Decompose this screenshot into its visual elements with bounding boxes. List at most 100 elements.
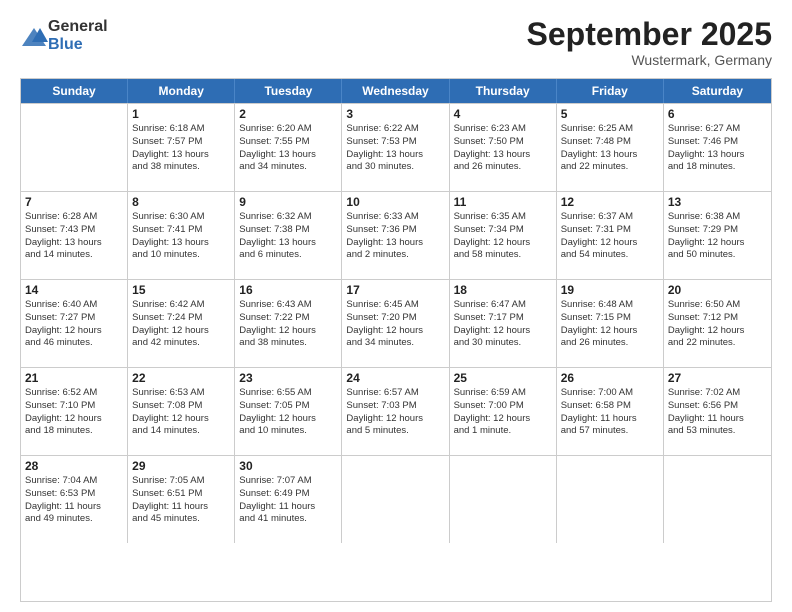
logo-blue: Blue: [48, 36, 83, 53]
calendar-body: 1 Sunrise: 6:18 AMSunset: 7:57 PMDaylight…: [21, 103, 771, 543]
day-of-week-wednesday: Wednesday: [342, 79, 449, 103]
day-number: 22: [132, 371, 230, 385]
calendar-week-3: 14 Sunrise: 6:40 AMSunset: 7:27 PMDayligh…: [21, 279, 771, 367]
calendar-cell: 30 Sunrise: 7:07 AMSunset: 6:49 PMDayligh…: [235, 456, 342, 543]
calendar-cell: 11 Sunrise: 6:35 AMSunset: 7:34 PMDayligh…: [450, 192, 557, 279]
day-number: 28: [25, 459, 123, 473]
day-number: 15: [132, 283, 230, 297]
calendar-cell: [664, 456, 771, 543]
day-number: 8: [132, 195, 230, 209]
day-number: 13: [668, 195, 767, 209]
day-number: 23: [239, 371, 337, 385]
day-number: 1: [132, 107, 230, 121]
day-info: Sunrise: 6:28 AMSunset: 7:43 PMDaylight:…: [25, 211, 123, 262]
day-info: Sunrise: 6:43 AMSunset: 7:22 PMDaylight:…: [239, 299, 337, 350]
day-info: Sunrise: 6:20 AMSunset: 7:55 PMDaylight:…: [239, 123, 337, 174]
calendar-cell: 21Sunrise: 6:52 AMSunset: 7:10 PMDayligh…: [21, 368, 128, 455]
day-number: 24: [346, 371, 444, 385]
logo: General Blue: [20, 18, 108, 53]
day-info: Sunrise: 6:35 AMSunset: 7:34 PMDaylight:…: [454, 211, 552, 262]
day-number: 6: [668, 107, 767, 121]
calendar-cell: 14 Sunrise: 6:40 AMSunset: 7:27 PMDayligh…: [21, 280, 128, 367]
calendar-cell: 27 Sunrise: 7:02 AMSunset: 6:56 PMDayligh…: [664, 368, 771, 455]
day-info: Sunrise: 7:00 AMSunset: 6:58 PMDaylight:…: [561, 387, 659, 438]
day-info: Sunrise: 6:32 AMSunset: 7:38 PMDaylight:…: [239, 211, 337, 262]
calendar-cell: 5 Sunrise: 6:25 AMSunset: 7:48 PMDaylight…: [557, 104, 664, 191]
logo-text: General Blue: [48, 18, 108, 53]
day-number: 11: [454, 195, 552, 209]
calendar-cell: 22 Sunrise: 6:53 AMSunset: 7:08 PMDayligh…: [128, 368, 235, 455]
day-info: Sunrise: 6:25 AMSunset: 7:48 PMDaylight:…: [561, 123, 659, 174]
day-number: 25: [454, 371, 552, 385]
logo-general: General: [48, 18, 108, 35]
day-info: Sunrise: 6:57 AMSunset: 7:03 PMDaylight:…: [346, 387, 444, 438]
calendar-cell: 8 Sunrise: 6:30 AMSunset: 7:41 PMDaylight…: [128, 192, 235, 279]
day-info: Sunrise: 6:45 AMSunset: 7:20 PMDaylight:…: [346, 299, 444, 350]
calendar-cell: 18Sunrise: 6:47 AMSunset: 7:17 PMDayligh…: [450, 280, 557, 367]
calendar-cell: 17Sunrise: 6:45 AMSunset: 7:20 PMDayligh…: [342, 280, 449, 367]
title-block: September 2025 Wustermark, Germany: [527, 18, 772, 68]
calendar-cell: [450, 456, 557, 543]
day-number: 5: [561, 107, 659, 121]
day-number: 29: [132, 459, 230, 473]
calendar-week-5: 28Sunrise: 7:04 AMSunset: 6:53 PMDayligh…: [21, 455, 771, 543]
day-number: 7: [25, 195, 123, 209]
day-info: Sunrise: 7:02 AMSunset: 6:56 PMDaylight:…: [668, 387, 767, 438]
day-info: Sunrise: 6:55 AMSunset: 7:05 PMDaylight:…: [239, 387, 337, 438]
calendar: SundayMondayTuesdayWednesdayThursdayFrid…: [20, 78, 772, 602]
day-number: 10: [346, 195, 444, 209]
day-info: Sunrise: 6:23 AMSunset: 7:50 PMDaylight:…: [454, 123, 552, 174]
day-info: Sunrise: 6:33 AMSunset: 7:36 PMDaylight:…: [346, 211, 444, 262]
day-number: 2: [239, 107, 337, 121]
calendar-cell: [21, 104, 128, 191]
day-info: Sunrise: 6:53 AMSunset: 7:08 PMDaylight:…: [132, 387, 230, 438]
calendar-week-1: 1 Sunrise: 6:18 AMSunset: 7:57 PMDaylight…: [21, 103, 771, 191]
calendar-cell: 12 Sunrise: 6:37 AMSunset: 7:31 PMDayligh…: [557, 192, 664, 279]
calendar-cell: 9Sunrise: 6:32 AMSunset: 7:38 PMDaylight…: [235, 192, 342, 279]
day-number: 4: [454, 107, 552, 121]
day-number: 26: [561, 371, 659, 385]
day-number: 19: [561, 283, 659, 297]
calendar-cell: 4 Sunrise: 6:23 AMSunset: 7:50 PMDaylight…: [450, 104, 557, 191]
day-info: Sunrise: 6:18 AMSunset: 7:57 PMDaylight:…: [132, 123, 230, 174]
calendar-cell: 10 Sunrise: 6:33 AMSunset: 7:36 PMDayligh…: [342, 192, 449, 279]
day-of-week-sunday: Sunday: [21, 79, 128, 103]
day-info: Sunrise: 6:48 AMSunset: 7:15 PMDaylight:…: [561, 299, 659, 350]
day-info: Sunrise: 6:40 AMSunset: 7:27 PMDaylight:…: [25, 299, 123, 350]
day-of-week-thursday: Thursday: [450, 79, 557, 103]
day-info: Sunrise: 6:30 AMSunset: 7:41 PMDaylight:…: [132, 211, 230, 262]
calendar-cell: 13 Sunrise: 6:38 AMSunset: 7:29 PMDayligh…: [664, 192, 771, 279]
calendar-cell: 26 Sunrise: 7:00 AMSunset: 6:58 PMDayligh…: [557, 368, 664, 455]
day-info: Sunrise: 7:07 AMSunset: 6:49 PMDaylight:…: [239, 475, 337, 526]
calendar-cell: 16 Sunrise: 6:43 AMSunset: 7:22 PMDayligh…: [235, 280, 342, 367]
calendar-cell: 28Sunrise: 7:04 AMSunset: 6:53 PMDayligh…: [21, 456, 128, 543]
day-number: 27: [668, 371, 767, 385]
day-of-week-saturday: Saturday: [664, 79, 771, 103]
calendar-cell: 6Sunrise: 6:27 AMSunset: 7:46 PMDaylight…: [664, 104, 771, 191]
day-info: Sunrise: 6:37 AMSunset: 7:31 PMDaylight:…: [561, 211, 659, 262]
day-info: Sunrise: 6:50 AMSunset: 7:12 PMDaylight:…: [668, 299, 767, 350]
day-info: Sunrise: 6:59 AMSunset: 7:00 PMDaylight:…: [454, 387, 552, 438]
calendar-page: General Blue September 2025 Wustermark, …: [0, 0, 792, 612]
calendar-cell: 19 Sunrise: 6:48 AMSunset: 7:15 PMDayligh…: [557, 280, 664, 367]
day-info: Sunrise: 7:05 AMSunset: 6:51 PMDaylight:…: [132, 475, 230, 526]
calendar-cell: 2 Sunrise: 6:20 AMSunset: 7:55 PMDaylight…: [235, 104, 342, 191]
calendar-cell: 24 Sunrise: 6:57 AMSunset: 7:03 PMDayligh…: [342, 368, 449, 455]
calendar-cell: [342, 456, 449, 543]
day-info: Sunrise: 6:38 AMSunset: 7:29 PMDaylight:…: [668, 211, 767, 262]
day-number: 16: [239, 283, 337, 297]
day-of-week-monday: Monday: [128, 79, 235, 103]
day-of-week-friday: Friday: [557, 79, 664, 103]
calendar-cell: 29 Sunrise: 7:05 AMSunset: 6:51 PMDayligh…: [128, 456, 235, 543]
day-number: 3: [346, 107, 444, 121]
calendar-cell: [557, 456, 664, 543]
calendar-cell: 15Sunrise: 6:42 AMSunset: 7:24 PMDayligh…: [128, 280, 235, 367]
calendar-cell: 3 Sunrise: 6:22 AMSunset: 7:53 PMDaylight…: [342, 104, 449, 191]
calendar-week-4: 21Sunrise: 6:52 AMSunset: 7:10 PMDayligh…: [21, 367, 771, 455]
day-number: 30: [239, 459, 337, 473]
day-info: Sunrise: 6:22 AMSunset: 7:53 PMDaylight:…: [346, 123, 444, 174]
day-number: 12: [561, 195, 659, 209]
day-of-week-tuesday: Tuesday: [235, 79, 342, 103]
day-number: 14: [25, 283, 123, 297]
calendar-cell: 7 Sunrise: 6:28 AMSunset: 7:43 PMDaylight…: [21, 192, 128, 279]
